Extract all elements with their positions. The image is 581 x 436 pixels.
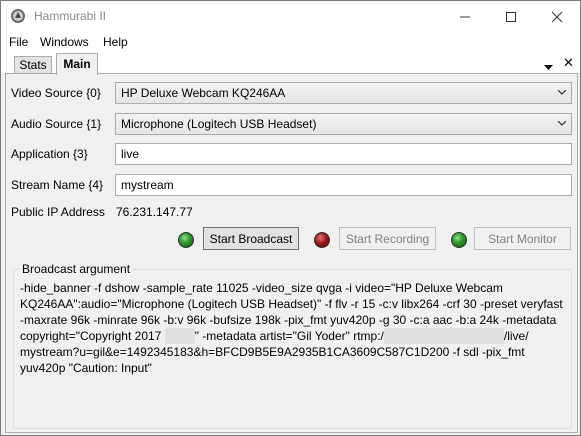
close-icon [551,11,563,23]
menu-windows[interactable]: Windows [40,35,89,49]
maximize-icon [506,12,516,22]
audio-source-label: Audio Source {1} [11,117,102,131]
title-bar: Hammurabi II [1,1,580,32]
application-label: Application {3} [11,147,88,161]
tab-close-icon[interactable]: ✕ [563,56,574,69]
start-broadcast-button[interactable]: Start Broadcast [203,227,299,250]
tab-main[interactable]: Main [56,53,98,75]
start-recording-button[interactable]: Start Recording [339,227,436,250]
stream-name-field[interactable]: mystream [115,174,572,196]
menu-bar: File Windows Help [1,32,580,52]
window-title: Hammurabi II [34,9,107,23]
broadcast-argument-part2: " -metadata artist="Gil Yoder" rtmp:/ [194,329,384,343]
stream-name-value: mystream [121,178,174,192]
audio-source-select[interactable]: Microphone (Logitech USB Headset) [115,113,572,135]
public-ip-value: 76.231.147.77 [116,205,193,219]
menu-file[interactable]: File [9,35,28,49]
broadcast-argument-title: Broadcast argument [20,262,133,276]
tab-stats[interactable]: Stats [14,56,52,74]
maximize-button[interactable] [488,1,534,32]
broadcast-status-indicator [178,232,194,248]
audio-source-value: Microphone (Logitech USB Headset) [121,117,317,131]
redacted-text: xxxxxxxxxxxxxxxxxxxx [383,328,504,344]
main-panel: Video Source {0} HP Deluxe Webcam KQ246A… [5,73,578,433]
chevron-down-icon [558,121,566,126]
minimize-button[interactable] [442,1,488,32]
close-window-button[interactable] [534,1,580,32]
public-ip-label: Public IP Address [11,205,105,219]
app-window: Hammurabi II File Windows Help Stats Mai… [0,0,581,436]
stream-name-label: Stream Name {4} [11,178,104,192]
start-monitor-button[interactable]: Start Monitor [474,227,571,250]
tab-list-dropdown-icon[interactable] [544,60,553,74]
monitor-status-indicator [451,232,467,248]
app-logo-icon [10,8,26,24]
minimize-icon [460,16,470,18]
application-field[interactable]: live [115,143,572,165]
application-value: live [121,147,140,161]
redacted-text: xxxxx [164,328,195,344]
menu-help[interactable]: Help [103,35,128,49]
recording-status-indicator [314,232,330,248]
video-source-label: Video Source {0} [11,86,101,100]
tab-strip: Stats Main ✕ [1,52,580,75]
broadcast-argument-text: -hide_banner -f dshow -sample_rate 11025… [20,280,568,376]
chevron-down-icon [558,90,566,95]
video-source-select[interactable]: HP Deluxe Webcam KQ246AA [115,82,572,104]
video-source-value: HP Deluxe Webcam KQ246AA [121,86,286,100]
